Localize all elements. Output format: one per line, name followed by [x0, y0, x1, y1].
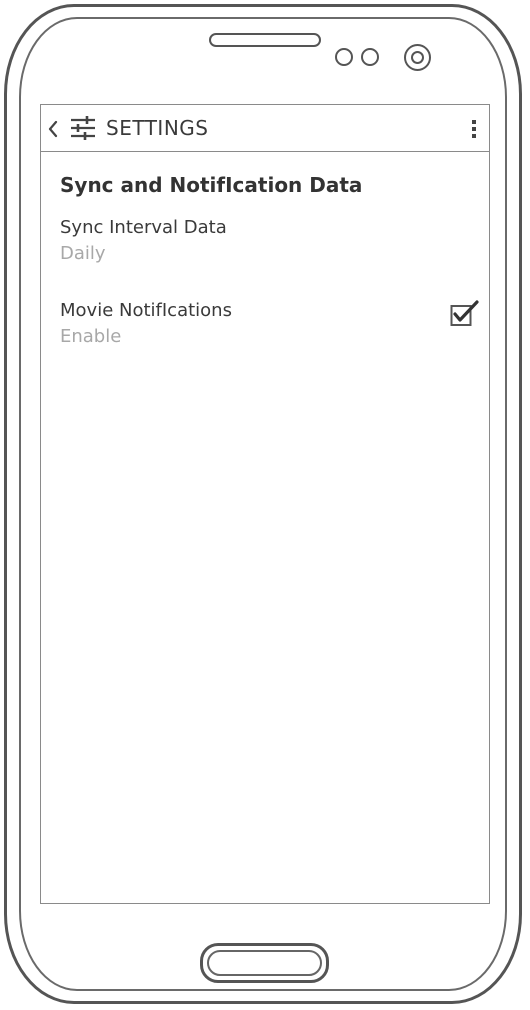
chevron-left-icon[interactable] [46, 119, 60, 139]
light-sensor [361, 48, 379, 66]
proximity-sensor [335, 48, 353, 66]
vertical-dots-icon[interactable] [471, 119, 477, 139]
pref-summary: Daily [60, 243, 106, 264]
pref-title: Movie NotifIcations [60, 300, 232, 321]
home-button[interactable] [200, 943, 329, 983]
phone-screen: SETTINGS Sync and NotifIcation Data Sync… [40, 104, 490, 904]
pref-sync-interval[interactable]: Sync Interval Data Daily [41, 217, 489, 273]
front-camera [404, 44, 431, 71]
checkbox-checked-icon[interactable] [450, 300, 480, 326]
sliders-icon[interactable] [70, 115, 96, 141]
action-bar: SETTINGS [41, 105, 489, 152]
earpiece-speaker [209, 33, 321, 47]
action-bar-title: SETTINGS [106, 116, 209, 140]
pref-title: Sync Interval Data [60, 217, 227, 238]
pref-summary: Enable [60, 326, 122, 347]
section-title: Sync and NotifIcation Data [60, 173, 363, 197]
pref-movie-notifications[interactable]: Movie NotifIcations Enable [41, 300, 489, 356]
